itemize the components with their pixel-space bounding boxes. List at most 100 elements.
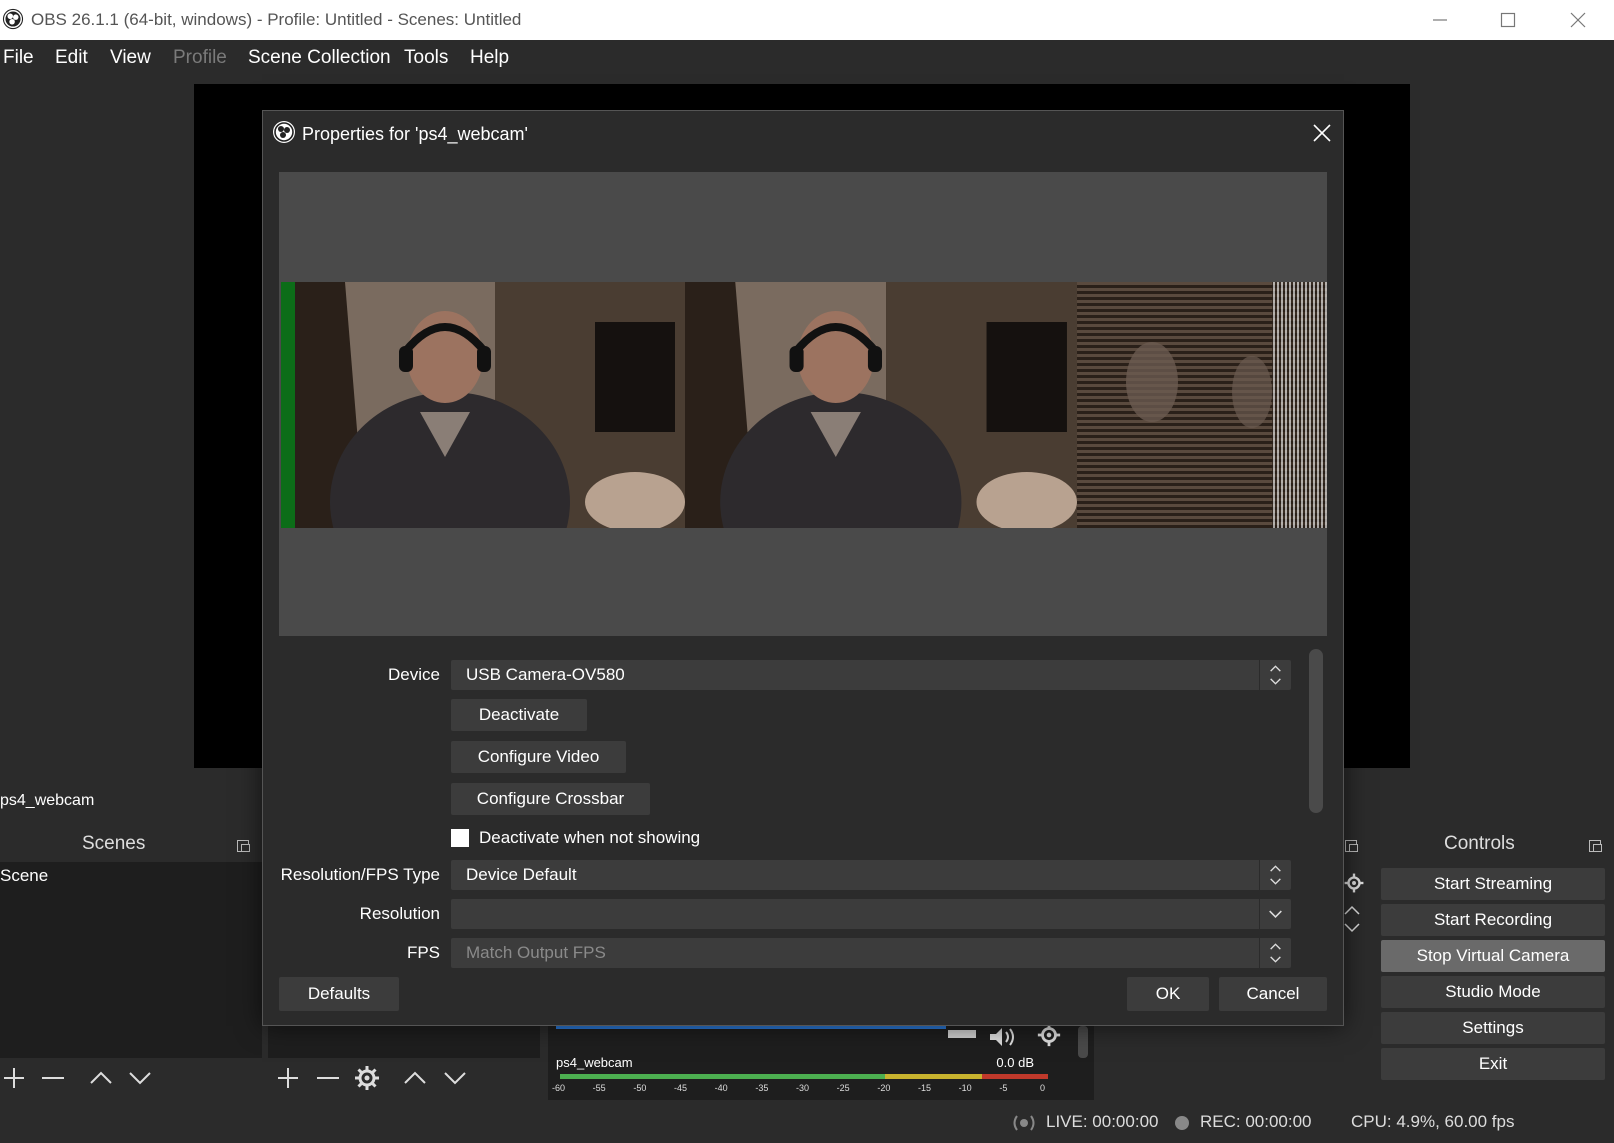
mixer-dock-popout-icon[interactable] [1345,840,1358,852]
meter-tick-label: 0 [1040,1083,1046,1093]
cancel-button[interactable]: Cancel [1219,977,1327,1011]
scenes-dock-title: Scenes [82,833,146,854]
plus-icon[interactable] [274,1064,302,1092]
mixer-source-name: ps4_webcam [556,1055,633,1070]
source-toolbar: ps4_webcam [0,784,262,818]
chevron-down-icon[interactable] [126,1064,154,1092]
stop-virtual-camera-button[interactable]: Stop Virtual Camera [1381,940,1605,972]
meter-tick-label: -5 [999,1083,1008,1093]
device-label: Device [388,665,440,684]
gear-icon[interactable] [353,1064,381,1092]
device-select[interactable]: USB Camera-OV580 [451,660,1291,690]
record-dot-icon [1175,1116,1189,1130]
ok-button[interactable]: OK [1127,977,1209,1011]
deactivate-button[interactable]: Deactivate [451,699,587,731]
obs-logo-icon [273,121,295,143]
transition-duration-spinner[interactable] [1343,904,1361,934]
scenes-dock-popout-icon[interactable] [237,840,250,852]
speaker-icon[interactable] [988,1026,1024,1048]
volume-slider-handle[interactable] [948,1028,978,1042]
meter-tick-label: -25 [836,1083,850,1093]
source-preview [279,172,1327,636]
fps-select[interactable]: Match Output FPS [451,938,1291,968]
maximize-button[interactable] [1473,0,1543,40]
start-recording-button[interactable]: Start Recording [1381,904,1605,936]
configure-video-button[interactable]: Configure Video [451,741,626,773]
meter-tick-label: -45 [674,1083,688,1093]
gear-icon[interactable] [1343,872,1365,894]
controls-dock-popout-icon[interactable] [1589,840,1602,852]
menu-scene-collection[interactable]: Scene Collection [248,47,391,69]
green-edge-artifact [281,282,295,528]
chevron-down-icon[interactable] [441,1064,469,1092]
volume-slider[interactable] [556,1026,946,1029]
menu-help[interactable]: Help [470,47,509,69]
defaults-button[interactable]: Defaults [279,977,399,1011]
webcam-frame-middle [685,282,1077,528]
meter-tick-label: -40 [714,1083,728,1093]
chevron-up-icon[interactable] [87,1064,115,1092]
properties-dialog: Properties for 'ps4_webcam' Device USB C… [262,110,1344,1026]
meter-tick-label: -20 [877,1083,891,1093]
meter-tick-label: -60 [552,1083,566,1093]
window-titlebar: OBS 26.1.1 (64-bit, windows) - Profile: … [0,0,1614,40]
updown-arrows-icon [1259,938,1281,968]
obs-logo-icon [2,8,24,30]
sources-list[interactable] [268,1026,540,1058]
configure-crossbar-button[interactable]: Configure Crossbar [451,783,650,815]
studio-mode-button[interactable]: Studio Mode [1381,976,1605,1008]
menu-edit[interactable]: Edit [55,47,88,69]
exit-button[interactable]: Exit [1381,1048,1605,1080]
updown-arrows-icon [1259,860,1281,890]
menu-view[interactable]: View [110,47,151,69]
webcam-video-frame [281,282,1327,528]
chevron-up-icon[interactable] [401,1064,429,1092]
fps-value: Match Output FPS [466,943,606,962]
chevron-down-icon [1259,899,1282,929]
cpu-fps-readout: CPU: 4.9%, 60.00 fps [1351,1112,1515,1131]
broadcast-icon [1013,1115,1035,1131]
webcam-frame-left [295,282,685,528]
meter-tick-label: -30 [796,1083,810,1093]
close-icon[interactable] [1311,122,1333,144]
meter-tick-label: -35 [755,1083,769,1093]
volume-meter [560,1074,1048,1079]
controls-dock-title: Controls [1444,833,1515,854]
menu-profile[interactable]: Profile [173,47,227,69]
close-icon [1570,12,1586,28]
menu-tools[interactable]: Tools [404,47,448,69]
deactivate-when-not-showing-label: Deactivate when not showing [479,828,701,847]
meter-tick-label: -15 [918,1083,932,1093]
device-select-value: USB Camera-OV580 [466,665,625,684]
live-timer: LIVE: 00:00:00 [1046,1112,1159,1131]
scene-list-item[interactable]: Scene [0,866,262,892]
scenes-list[interactable]: Scene [0,862,262,1058]
minus-icon[interactable] [314,1064,342,1092]
resolution-fps-type-value: Device Default [466,865,577,884]
deactivate-when-not-showing-checkbox[interactable] [451,829,469,847]
minus-icon[interactable] [39,1064,67,1092]
meter-tick-label: -10 [958,1083,972,1093]
selected-source-name: ps4_webcam [0,792,95,809]
mixer-scrollbar[interactable] [1078,1026,1088,1058]
plus-icon[interactable] [0,1064,28,1092]
fps-label: FPS [406,943,440,962]
dialog-title: Properties for 'ps4_webcam' [302,124,528,144]
mixer-db-level: 0.0 dB [996,1055,1034,1070]
menu-bar: File Edit View Profile Scene Collection … [0,40,1614,78]
menu-file[interactable]: File [3,47,34,69]
updown-arrows-icon [1259,660,1281,690]
properties-scrollbar[interactable] [1309,649,1323,813]
resolution-fps-type-select[interactable]: Device Default [451,860,1291,890]
minimize-button[interactable] [1405,0,1475,40]
start-streaming-button[interactable]: Start Streaming [1381,868,1605,900]
resolution-label: Resolution [359,904,440,923]
maximize-icon [1500,12,1516,28]
resolution-select[interactable] [451,899,1291,929]
settings-button[interactable]: Settings [1381,1012,1605,1044]
sources-toolbar [268,1058,540,1100]
rec-timer: REC: 00:00:00 [1200,1112,1312,1131]
close-window-button[interactable] [1543,0,1613,40]
status-bar: LIVE: 00:00:00 REC: 00:00:00 CPU: 4.9%, … [0,1104,1614,1143]
webcam-frame-distorted [1077,282,1327,528]
